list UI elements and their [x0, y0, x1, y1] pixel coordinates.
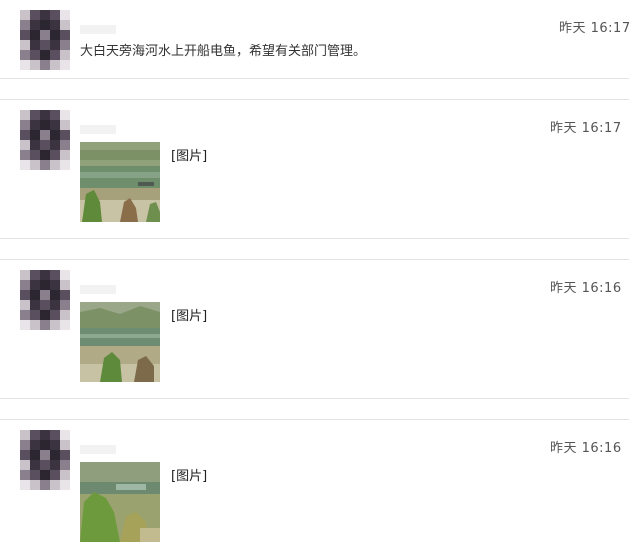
avatar[interactable] [20, 430, 70, 490]
username-blurred [80, 25, 116, 34]
message-time: 昨天 16:17 [550, 121, 622, 136]
avatar[interactable] [20, 10, 70, 70]
image-caption: [图片] [171, 309, 208, 324]
image-caption: [图片] [171, 149, 208, 164]
photo-thumbnail[interactable] [80, 142, 160, 222]
photo-thumbnail[interactable] [80, 462, 160, 542]
message-text: 大白天旁海河水上开船电鱼，希望有关部门管理。 [80, 44, 367, 59]
message-time: 昨天 16:16 [550, 441, 622, 456]
photo-thumbnail[interactable] [80, 302, 160, 382]
username-blurred [80, 125, 116, 134]
username-blurred [80, 285, 116, 294]
divider [0, 398, 629, 399]
image-caption: [图片] [171, 469, 208, 484]
message-item[interactable]: 昨天 16:16 [图片] [0, 420, 629, 558]
message-time: 昨天 16:17 [559, 21, 629, 36]
username-blurred [80, 445, 116, 454]
avatar[interactable] [20, 110, 70, 170]
avatar[interactable] [20, 270, 70, 330]
message-time: 昨天 16:16 [550, 281, 622, 296]
message-item[interactable]: 昨天 16:17 [图片] [0, 100, 629, 238]
message-item[interactable]: 昨天 16:17 大白天旁海河水上开船电鱼，希望有关部门管理。 [0, 0, 629, 78]
message-item[interactable]: 昨天 16:16 [图片] [0, 260, 629, 398]
divider [0, 78, 629, 79]
divider [0, 238, 629, 239]
